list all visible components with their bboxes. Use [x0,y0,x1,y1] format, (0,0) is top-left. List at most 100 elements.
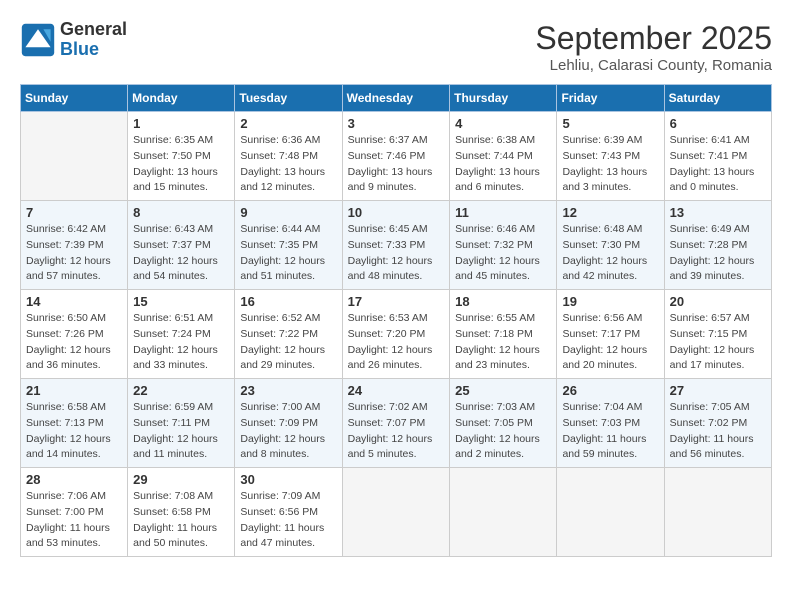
day-number: 8 [133,205,229,220]
logo-text: General Blue [60,20,127,60]
day-number: 14 [26,294,122,309]
day-info: Sunrise: 7:00 AM Sunset: 7:09 PM Dayligh… [240,400,336,463]
calendar-cell: 9 Sunrise: 6:44 AM Sunset: 7:35 PM Daylig… [235,201,342,290]
day-info: Sunrise: 6:48 AM Sunset: 7:30 PM Dayligh… [562,222,658,285]
day-info: Sunrise: 7:02 AM Sunset: 7:07 PM Dayligh… [348,400,445,463]
calendar-cell: 28 Sunrise: 7:06 AM Sunset: 7:00 PM Dayli… [21,468,128,557]
day-number: 1 [133,116,229,131]
day-info: Sunrise: 7:05 AM Sunset: 7:02 PM Dayligh… [670,400,766,463]
calendar-cell: 13Sunrise: 6:49 AM Sunset: 7:28 PM Dayli… [664,201,771,290]
day-info: Sunrise: 6:35 AM Sunset: 7:50 PM Dayligh… [133,133,229,196]
day-info: Sunrise: 6:45 AM Sunset: 7:33 PM Dayligh… [348,222,445,285]
day-number: 18 [455,294,551,309]
day-info: Sunrise: 6:39 AM Sunset: 7:43 PM Dayligh… [562,133,658,196]
calendar-cell: 10 Sunrise: 6:45 AM Sunset: 7:33 PM Dayli… [342,201,450,290]
calendar-cell: 7Sunrise: 6:42 AM Sunset: 7:39 PM Daylig… [21,201,128,290]
calendar-cell: 15 Sunrise: 6:51 AM Sunset: 7:24 PM Dayli… [128,290,235,379]
calendar-table: SundayMondayTuesdayWednesdayThursdayFrid… [20,84,772,557]
location-subtitle: Lehliu, Calarasi County, Romania [535,57,772,74]
calendar-cell: 26 Sunrise: 7:04 AM Sunset: 7:03 PM Dayli… [557,379,664,468]
month-title: September 2025 [535,20,772,57]
calendar-cell: 18 Sunrise: 6:55 AM Sunset: 7:18 PM Dayli… [450,290,557,379]
day-info: Sunrise: 6:51 AM Sunset: 7:24 PM Dayligh… [133,311,229,374]
calendar-cell: 2 Sunrise: 6:36 AM Sunset: 7:48 PM Daylig… [235,112,342,201]
day-number: 2 [240,116,336,131]
day-info: Sunrise: 6:43 AM Sunset: 7:37 PM Dayligh… [133,222,229,285]
calendar-cell: 12 Sunrise: 6:48 AM Sunset: 7:30 PM Dayli… [557,201,664,290]
day-number: 22 [133,383,229,398]
calendar-week-row: 28 Sunrise: 7:06 AM Sunset: 7:00 PM Dayli… [21,468,772,557]
day-info: Sunrise: 6:56 AM Sunset: 7:17 PM Dayligh… [562,311,658,374]
day-info: Sunrise: 6:44 AM Sunset: 7:35 PM Dayligh… [240,222,336,285]
day-info: Sunrise: 6:42 AM Sunset: 7:39 PM Dayligh… [26,222,122,285]
day-number: 19 [562,294,658,309]
day-info: Sunrise: 6:57 AM Sunset: 7:15 PM Dayligh… [670,311,766,374]
calendar-week-row: 14 Sunrise: 6:50 AM Sunset: 7:26 PM Dayli… [21,290,772,379]
calendar-week-row: 7Sunrise: 6:42 AM Sunset: 7:39 PM Daylig… [21,201,772,290]
day-info: Sunrise: 6:36 AM Sunset: 7:48 PM Dayligh… [240,133,336,196]
day-info: Sunrise: 6:46 AM Sunset: 7:32 PM Dayligh… [455,222,551,285]
day-info: Sunrise: 7:09 AM Sunset: 6:56 PM Dayligh… [240,489,336,552]
weekday-header: Wednesday [342,85,450,112]
logo: General Blue [20,20,127,60]
calendar-cell: 5Sunrise: 6:39 AM Sunset: 7:43 PM Daylig… [557,112,664,201]
day-info: Sunrise: 6:59 AM Sunset: 7:11 PM Dayligh… [133,400,229,463]
day-number: 28 [26,472,122,487]
calendar-cell: 19 Sunrise: 6:56 AM Sunset: 7:17 PM Dayli… [557,290,664,379]
calendar-cell: 8 Sunrise: 6:43 AM Sunset: 7:37 PM Daylig… [128,201,235,290]
day-info: Sunrise: 7:08 AM Sunset: 6:58 PM Dayligh… [133,489,229,552]
day-info: Sunrise: 6:37 AM Sunset: 7:46 PM Dayligh… [348,133,445,196]
calendar-cell: 23 Sunrise: 7:00 AM Sunset: 7:09 PM Dayli… [235,379,342,468]
day-info: Sunrise: 6:58 AM Sunset: 7:13 PM Dayligh… [26,400,122,463]
weekday-header: Thursday [450,85,557,112]
day-info: Sunrise: 7:03 AM Sunset: 7:05 PM Dayligh… [455,400,551,463]
weekday-header: Tuesday [235,85,342,112]
day-info: Sunrise: 6:53 AM Sunset: 7:20 PM Dayligh… [348,311,445,374]
title-block: September 2025 Lehliu, Calarasi County, … [535,20,772,74]
day-number: 27 [670,383,766,398]
calendar-cell: 1 Sunrise: 6:35 AM Sunset: 7:50 PM Daylig… [128,112,235,201]
calendar-cell: 24 Sunrise: 7:02 AM Sunset: 7:07 PM Dayli… [342,379,450,468]
day-number: 9 [240,205,336,220]
calendar-week-row: 21 Sunrise: 6:58 AM Sunset: 7:13 PM Dayli… [21,379,772,468]
calendar-cell: 16Sunrise: 6:52 AM Sunset: 7:22 PM Dayli… [235,290,342,379]
calendar-cell: 3 Sunrise: 6:37 AM Sunset: 7:46 PM Daylig… [342,112,450,201]
calendar-cell [557,468,664,557]
calendar-cell [664,468,771,557]
day-number: 11 [455,205,551,220]
day-number: 25 [455,383,551,398]
day-number: 15 [133,294,229,309]
day-info: Sunrise: 6:52 AM Sunset: 7:22 PM Dayligh… [240,311,336,374]
calendar-cell [21,112,128,201]
day-number: 26 [562,383,658,398]
calendar-week-row: 1 Sunrise: 6:35 AM Sunset: 7:50 PM Daylig… [21,112,772,201]
calendar-cell: 30Sunrise: 7:09 AM Sunset: 6:56 PM Dayli… [235,468,342,557]
calendar-cell: 14 Sunrise: 6:50 AM Sunset: 7:26 PM Dayli… [21,290,128,379]
day-number: 24 [348,383,445,398]
day-info: Sunrise: 6:49 AM Sunset: 7:28 PM Dayligh… [670,222,766,285]
day-number: 29 [133,472,229,487]
day-number: 12 [562,205,658,220]
day-info: Sunrise: 7:04 AM Sunset: 7:03 PM Dayligh… [562,400,658,463]
page-header: General Blue September 2025 Lehliu, Cala… [20,20,772,74]
weekday-header: Saturday [664,85,771,112]
calendar-cell [342,468,450,557]
day-number: 21 [26,383,122,398]
day-info: Sunrise: 7:06 AM Sunset: 7:00 PM Dayligh… [26,489,122,552]
day-number: 4 [455,116,551,131]
day-info: Sunrise: 6:41 AM Sunset: 7:41 PM Dayligh… [670,133,766,196]
weekday-header: Friday [557,85,664,112]
day-number: 3 [348,116,445,131]
calendar-cell: 22 Sunrise: 6:59 AM Sunset: 7:11 PM Dayli… [128,379,235,468]
day-info: Sunrise: 6:38 AM Sunset: 7:44 PM Dayligh… [455,133,551,196]
day-number: 6 [670,116,766,131]
day-number: 10 [348,205,445,220]
day-number: 20 [670,294,766,309]
day-info: Sunrise: 6:50 AM Sunset: 7:26 PM Dayligh… [26,311,122,374]
calendar-cell: 27 Sunrise: 7:05 AM Sunset: 7:02 PM Dayli… [664,379,771,468]
day-info: Sunrise: 6:55 AM Sunset: 7:18 PM Dayligh… [455,311,551,374]
calendar-cell: 29 Sunrise: 7:08 AM Sunset: 6:58 PM Dayli… [128,468,235,557]
day-number: 23 [240,383,336,398]
calendar-cell: 21 Sunrise: 6:58 AM Sunset: 7:13 PM Dayli… [21,379,128,468]
day-number: 17 [348,294,445,309]
